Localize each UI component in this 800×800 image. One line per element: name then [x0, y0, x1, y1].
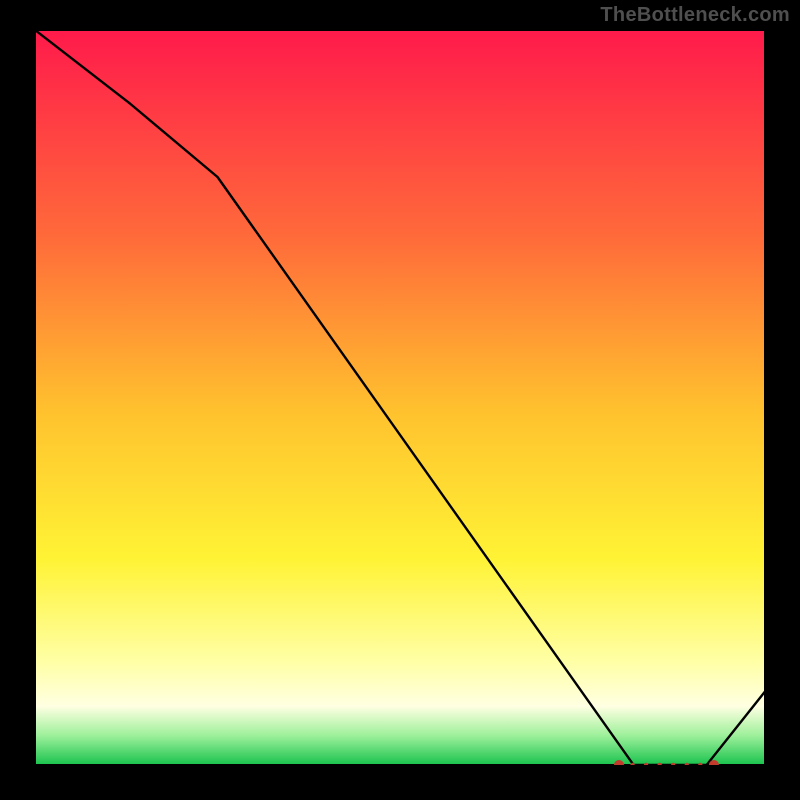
chart-stage: TheBottleneck.com	[0, 0, 800, 800]
plot-frame	[35, 30, 765, 765]
attribution-watermark: TheBottleneck.com	[600, 4, 790, 27]
gradient-background	[35, 30, 765, 765]
chart-svg	[35, 30, 765, 765]
